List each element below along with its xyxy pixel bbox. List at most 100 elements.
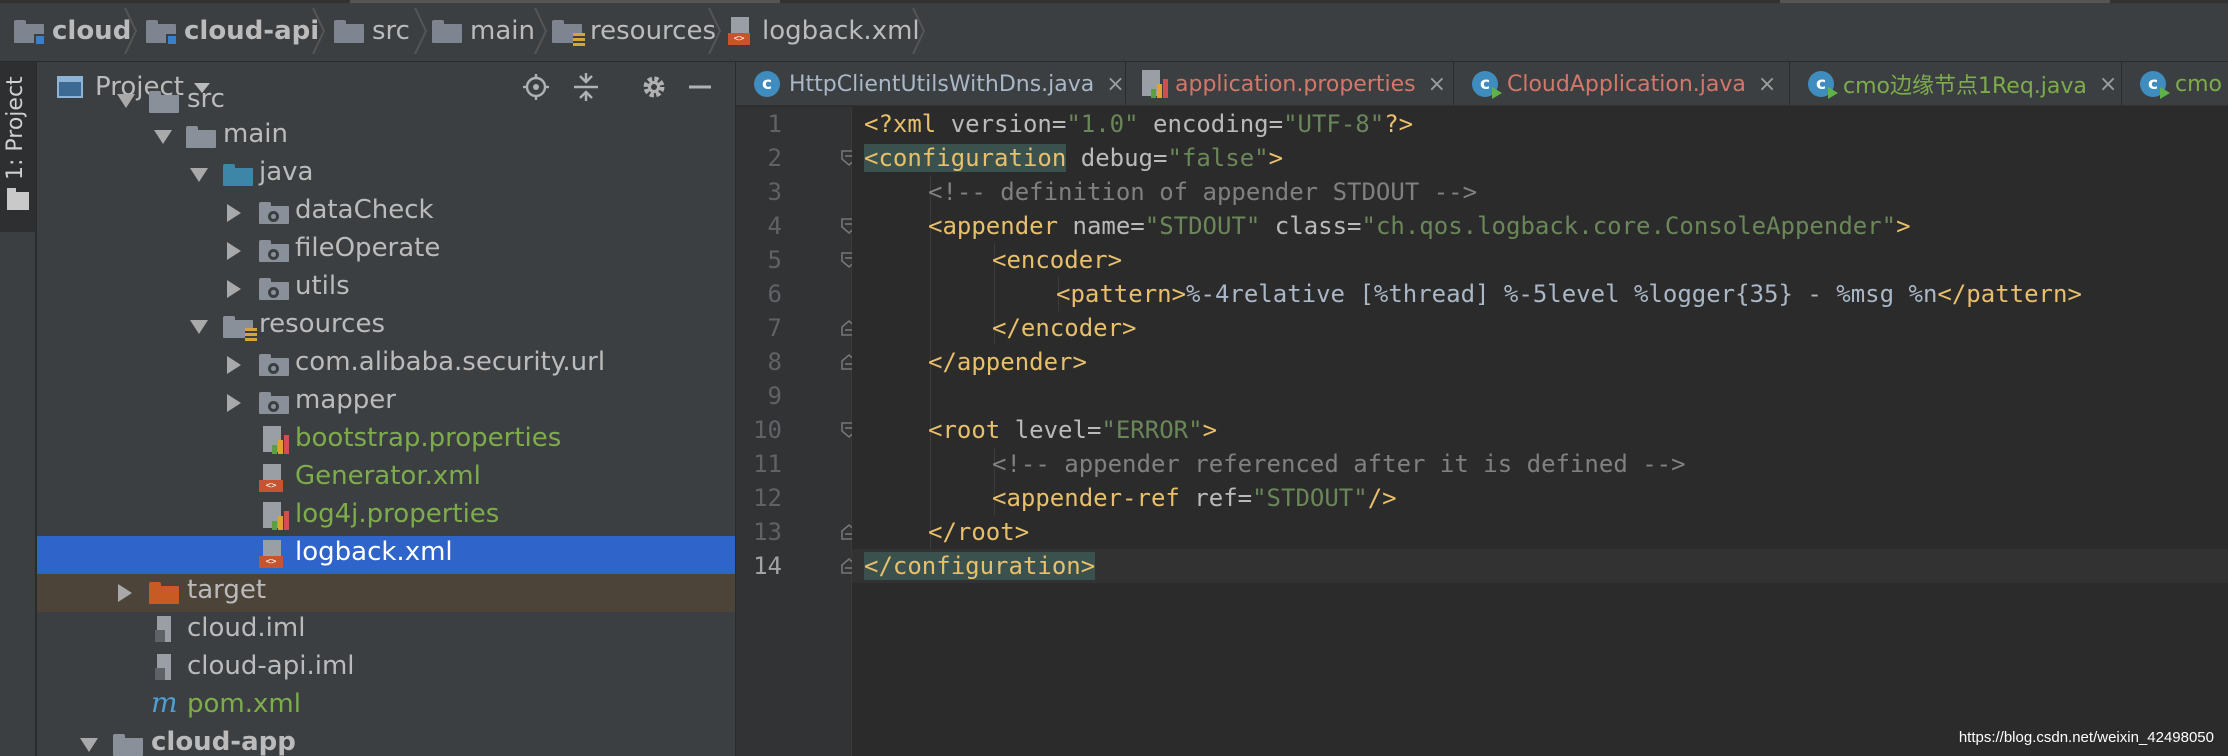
tree-row-cloud-iml[interactable]: cloud.iml <box>37 612 735 650</box>
breadcrumb-item-main[interactable]: main <box>432 14 535 48</box>
tree-row-java[interactable]: java <box>37 156 735 194</box>
xml-token: <root <box>928 416 1001 444</box>
collapse-arrow-icon[interactable] <box>118 584 132 602</box>
tree-row-cloud-app[interactable]: cloud-app <box>37 726 735 756</box>
collapse-arrow-icon[interactable] <box>227 280 241 298</box>
expand-arrow-icon[interactable] <box>80 738 98 752</box>
breadcrumb-item-resources[interactable]: resources <box>552 14 716 48</box>
tab-label: application.properties <box>1175 71 1416 97</box>
watermark: https://blog.csdn.net/weixin_42498050 <box>1958 729 2214 746</box>
tree-label: mapper <box>295 385 396 415</box>
xml-token: "false" <box>1167 144 1269 172</box>
close-icon[interactable]: × <box>1428 72 1446 97</box>
xml-token: </pattern> <box>1937 280 2082 308</box>
tree-label: utils <box>295 271 350 301</box>
breadcrumb-separator <box>124 8 138 54</box>
tree-row-logback-xml[interactable]: <> logback.xml <box>37 536 735 574</box>
collapse-arrow-icon[interactable] <box>227 356 241 374</box>
breadcrumb-item-cloud-api[interactable]: cloud-api <box>146 14 319 48</box>
tree-row-com-alibaba-security-url[interactable]: com.alibaba.security.url <box>37 346 735 384</box>
collapse-arrow-icon[interactable] <box>227 242 241 260</box>
xml-comment: <!-- definition of appender STDOUT --> <box>928 178 1478 206</box>
xml-token: "1.0" <box>1066 110 1139 138</box>
xml-token: <pattern> <box>1056 280 1187 308</box>
xml-comment: <!-- appender referenced after it is def… <box>992 450 1686 478</box>
xml-token: ref <box>1179 484 1238 512</box>
breadcrumb-separator <box>534 8 548 54</box>
tree-label: Generator.xml <box>295 461 481 491</box>
package-icon <box>259 278 289 300</box>
folder-icon <box>149 91 179 113</box>
package-icon <box>259 354 289 376</box>
module-folder-icon <box>14 19 46 46</box>
expand-arrow-icon[interactable] <box>190 320 208 334</box>
breadcrumb-item-src[interactable]: src <box>334 14 410 48</box>
expand-arrow-icon[interactable] <box>117 94 135 108</box>
line-number: 13 <box>753 518 782 546</box>
tree-label: fileOperate <box>295 233 441 263</box>
code-editor[interactable]: <?xml version="1.0" encoding="UTF-8"?> <… <box>852 107 2228 756</box>
line-number: 12 <box>753 484 782 512</box>
code-line-11: <!-- appender referenced after it is def… <box>864 447 1686 481</box>
xml-token: <?xml <box>864 110 951 138</box>
xml-token: > <box>1896 212 1911 240</box>
close-icon[interactable]: × <box>1758 72 1776 97</box>
tool-window-stripe: 1: Project <box>0 62 36 756</box>
tree-row-pom-xml[interactable]: m pom.xml <box>37 686 735 726</box>
xml-token: ?> <box>1384 110 1414 138</box>
project-tab-label: 1: Project <box>3 76 28 180</box>
xml-token: level <box>1000 416 1087 444</box>
tree-row-mapper[interactable]: mapper <box>37 384 735 422</box>
xml-token: name <box>1058 212 1131 240</box>
tab-cmo-overflow[interactable]: c cmo <box>2122 62 2228 105</box>
close-icon[interactable]: × <box>2099 72 2117 97</box>
tree-row-cloud-api-iml[interactable]: cloud-api.iml <box>37 650 735 688</box>
tree-row-fileoperate[interactable]: fileOperate <box>37 232 735 270</box>
breadcrumb-item-logback[interactable]: <> logback.xml <box>728 14 920 48</box>
xml-token: %-4relative [%thread] %-5level %logger{3… <box>1186 280 1938 308</box>
toolbar-edge-segment <box>350 0 780 3</box>
close-icon[interactable]: × <box>1106 72 1124 97</box>
xml-token: </appender> <box>928 348 1087 376</box>
tree-label: log4j.properties <box>295 499 500 529</box>
expand-arrow-icon[interactable] <box>190 168 208 182</box>
tab-label: cmo边缘节点1Req.java <box>1843 74 2087 99</box>
tab-cloudapplication[interactable]: c CloudApplication.java × <box>1454 62 1790 105</box>
tree-row-bootstrap-properties[interactable]: bootstrap.properties <box>37 422 735 460</box>
xml-file-icon: <> <box>259 540 285 568</box>
xml-token: "ch.qos.logback.core.ConsoleAppender" <box>1361 212 1897 240</box>
tree-row-main[interactable]: main <box>37 118 735 156</box>
xml-file-icon: <> <box>259 464 285 492</box>
project-tool-window-tab[interactable]: 1: Project <box>0 62 36 232</box>
collapse-arrow-icon[interactable] <box>227 204 241 222</box>
tree-row-resources[interactable]: resources <box>37 308 735 346</box>
breadcrumb-label: cloud-api <box>184 16 320 46</box>
editor-tab-bar: c HttpClientUtilsWithDns.java × applicat… <box>736 62 2228 106</box>
xml-token: "STDOUT" <box>1144 212 1261 240</box>
xml-token: encoding <box>1138 110 1269 138</box>
tree-row-target[interactable]: target <box>37 574 735 612</box>
tree-row-utils[interactable]: utils <box>37 270 735 308</box>
class-icon: c <box>1808 71 1838 99</box>
tab-httpclientutilswithdns[interactable]: c HttpClientUtilsWithDns.java × <box>736 62 1126 105</box>
properties-file-icon <box>263 426 289 454</box>
tree-row-generator-xml[interactable]: <> Generator.xml <box>37 460 735 498</box>
line-number: 11 <box>753 450 782 478</box>
tree-row-datacheck[interactable]: dataCheck <box>37 194 735 232</box>
folder-icon <box>334 19 364 43</box>
line-number: 10 <box>753 416 782 444</box>
collapse-arrow-icon[interactable] <box>227 394 241 412</box>
tree-label: target <box>187 575 267 605</box>
breadcrumb-item-cloud[interactable]: cloud <box>14 14 131 48</box>
tree-label: com.alibaba.security.url <box>295 347 606 377</box>
tab-application-properties[interactable]: application.properties × <box>1126 62 1454 105</box>
xml-token: = <box>1051 110 1067 138</box>
breadcrumb-label: src <box>372 16 410 46</box>
expand-arrow-icon[interactable] <box>154 130 172 144</box>
tree-row-log4j-properties[interactable]: log4j.properties <box>37 498 735 536</box>
tree-row-src[interactable]: src <box>37 82 735 120</box>
xml-token: = <box>1237 484 1253 512</box>
tab-cmo-req[interactable]: c cmo边缘节点1Req.java × <box>1790 62 2122 105</box>
folder-icon <box>432 19 462 43</box>
xml-token: = <box>1086 416 1102 444</box>
